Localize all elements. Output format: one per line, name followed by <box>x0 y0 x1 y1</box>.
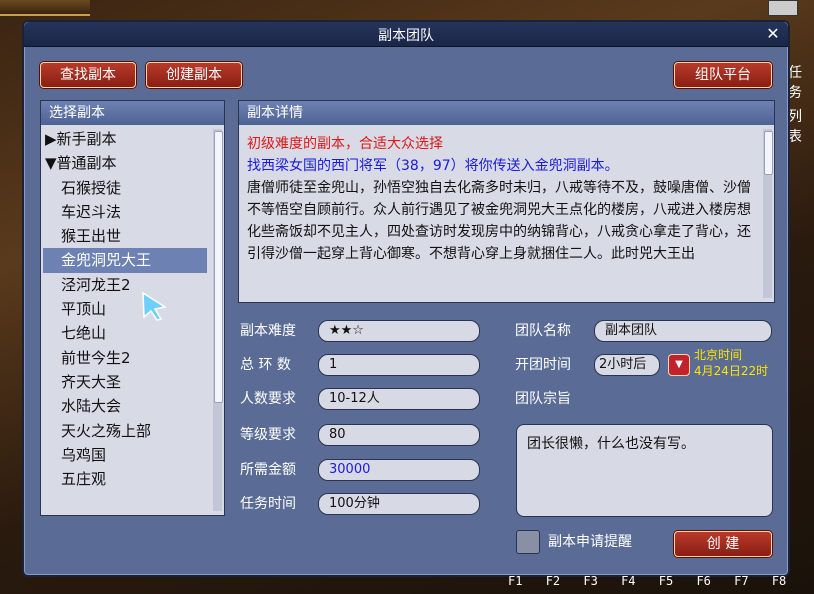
list-item[interactable]: 乌鸡国 <box>43 443 207 467</box>
beijing-time-label: 北京时间 <box>694 348 743 362</box>
level-field: 80 <box>318 424 480 446</box>
chevron-down-icon[interactable]: ▼ <box>668 354 690 376</box>
reminder-label: 副本申请提醒 <box>548 534 632 550</box>
gold-label: 所需金额 <box>240 462 296 478</box>
side-label-list: 列表 <box>788 109 802 145</box>
team-name-input[interactable]: 副本团队 <box>594 320 772 342</box>
create-dungeon-tab-button[interactable]: 创建副本 <box>146 62 242 88</box>
fkey-f2[interactable]: F2 <box>546 574 560 588</box>
hud-top-left <box>0 0 90 16</box>
gold-field: 30000 <box>318 459 480 481</box>
rounds-field: 1 <box>318 354 480 376</box>
list-item[interactable]: 七绝山 <box>43 321 207 345</box>
list-item[interactable]: 齐天大圣 <box>43 370 207 394</box>
list-item[interactable]: 车迟斗法 <box>43 200 207 224</box>
list-item[interactable]: 天火之殇上部 <box>43 419 207 443</box>
story-text: 唐僧师徒至金兜山，孙悟空独自去化斋多时未归，八戒等待不及，鼓噪唐僧、沙僧不等悟空… <box>247 180 751 262</box>
list-scrollbar[interactable] <box>213 129 223 511</box>
find-dungeon-button[interactable]: 查找副本 <box>40 62 136 88</box>
fkey-f6[interactable]: F6 <box>696 574 710 588</box>
teleport-note: 找西梁女国的西门将军（38，97）将你传送入金兜洞副本。 <box>247 158 619 174</box>
purpose-textarea[interactable]: 团长很懒，什么也没有写。 <box>516 424 773 517</box>
time-field: 100分钟 <box>318 493 480 515</box>
list-item[interactable]: 水陆大会 <box>43 394 207 418</box>
dungeon-detail-header: 副本详情 <box>239 101 774 125</box>
list-item[interactable]: 前世今生2 <box>43 346 207 370</box>
fkey-f8[interactable]: F8 <box>772 574 786 588</box>
dungeon-detail-panel: 副本详情 初级难度的副本，合适大众选择 找西梁女国的西门将军（38，97）将你传… <box>238 100 775 303</box>
difficulty-label: 副本难度 <box>240 323 296 339</box>
purpose-label: 团队宗旨 <box>515 391 571 407</box>
function-key-bar: F1 F2 F3 F4 F5 F6 F7 F8 <box>508 574 786 588</box>
dungeon-list: ▶新手副本 ▼普通副本 石猴授徒 车迟斗法 猴王出世 金兜洞兕大王 泾河龙王2 … <box>43 127 207 513</box>
fkey-f5[interactable]: F5 <box>659 574 673 588</box>
list-item[interactable]: ▼普通副本 <box>43 151 207 175</box>
list-item[interactable]: 石猴授徒 <box>43 176 207 200</box>
people-field: 10-12人 <box>318 388 480 410</box>
detail-scroll-thumb[interactable] <box>764 131 773 175</box>
cursor-icon <box>142 291 167 321</box>
team-name-label: 团队名称 <box>515 323 571 339</box>
list-scroll-thumb[interactable] <box>214 131 223 403</box>
hud-gem-icon <box>768 0 798 16</box>
reminder-checkbox[interactable] <box>516 530 540 554</box>
close-icon[interactable]: ✕ <box>764 25 782 43</box>
people-label: 人数要求 <box>240 391 296 407</box>
fkey-f4[interactable]: F4 <box>621 574 635 588</box>
create-button[interactable]: 创 建 <box>674 531 772 557</box>
side-label-task: 任务 <box>788 65 802 101</box>
list-item[interactable]: 五庄观 <box>43 467 207 491</box>
fkey-f3[interactable]: F3 <box>583 574 597 588</box>
list-item[interactable]: 猴王出世 <box>43 224 207 248</box>
detail-text: 初级难度的副本，合适大众选择 找西梁女国的西门将军（38，97）将你传送入金兜洞… <box>247 133 756 300</box>
list-item[interactable]: ▶新手副本 <box>43 127 207 151</box>
title-bar[interactable]: 副本团队 ✕ <box>24 22 788 47</box>
open-time-select[interactable]: 2小时后 <box>594 354 660 376</box>
level-label: 等级要求 <box>240 427 296 443</box>
fkey-f7[interactable]: F7 <box>734 574 748 588</box>
datetime-value: 4月24日22时 <box>694 364 769 378</box>
list-item[interactable]: 泾河龙王2 <box>43 273 207 297</box>
difficulty-field: ★★☆ <box>318 320 480 342</box>
difficulty-note: 初级难度的副本，合适大众选择 <box>247 136 443 152</box>
team-platform-button[interactable]: 组队平台 <box>674 62 772 88</box>
dungeon-team-window: 副本团队 ✕ 查找副本 创建副本 组队平台 选择副本 ▶新手副本 ▼普通副本 石… <box>22 20 790 577</box>
detail-scrollbar[interactable] <box>763 129 773 298</box>
open-time-label: 开团时间 <box>515 357 571 373</box>
dungeon-list-header: 选择副本 <box>41 101 224 125</box>
dungeon-list-panel: 选择副本 ▶新手副本 ▼普通副本 石猴授徒 车迟斗法 猴王出世 金兜洞兕大王 泾… <box>40 100 225 516</box>
list-item-selected[interactable]: 金兜洞兕大王 <box>43 248 207 273</box>
window-title: 副本团队 <box>378 28 434 44</box>
time-label: 任务时间 <box>240 496 296 512</box>
rounds-label: 总 环 数 <box>240 357 291 373</box>
fkey-f1[interactable]: F1 <box>508 574 522 588</box>
list-item[interactable]: 平顶山 <box>43 297 207 321</box>
